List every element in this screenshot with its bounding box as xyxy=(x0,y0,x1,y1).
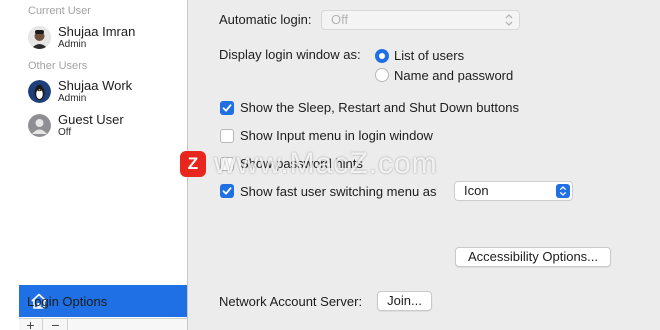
automatic-login-label: Automatic login: xyxy=(219,12,312,27)
checkbox-sleep-restart[interactable] xyxy=(220,101,234,115)
user-role: Admin xyxy=(58,38,87,50)
watermark: Z www.MacZ.com xyxy=(180,147,438,181)
checkmark-icon xyxy=(222,187,232,195)
avatar xyxy=(28,79,51,103)
login-options-item[interactable]: Login Options xyxy=(19,285,187,317)
checkbox-sleep-restart-label: Show the Sleep, Restart and Shut Down bu… xyxy=(240,100,519,115)
add-user-button[interactable]: + xyxy=(19,318,43,330)
fast-user-switching-popup[interactable]: Icon xyxy=(454,181,573,201)
join-button[interactable]: Join... xyxy=(377,291,432,311)
popup-arrows-icon xyxy=(505,14,513,26)
users-sidebar: Current User Shujaa Imran Admin Other Us… xyxy=(0,0,188,330)
radio-list-of-users[interactable] xyxy=(375,49,389,63)
radio-name-and-password[interactable] xyxy=(375,68,389,82)
accessibility-options-button[interactable]: Accessibility Options... xyxy=(455,247,611,267)
login-options-label: Login Options xyxy=(27,293,108,309)
watermark-logo: Z xyxy=(180,151,206,177)
other-users-header: Other Users xyxy=(28,60,88,72)
remove-user-button[interactable]: − xyxy=(44,318,68,330)
user-role: Admin xyxy=(58,92,87,104)
popup-stepper-icon xyxy=(556,184,570,198)
user-name: Guest User xyxy=(58,111,124,127)
checkbox-input-menu[interactable] xyxy=(220,129,234,143)
fast-user-switching-value: Icon xyxy=(464,183,489,198)
network-account-server-label: Network Account Server: xyxy=(219,294,363,309)
avatar xyxy=(28,25,51,49)
display-login-label: Display login window as: xyxy=(219,47,361,62)
current-user-header: Current User xyxy=(28,5,91,17)
user-role: Off xyxy=(58,126,72,138)
user-item-shujaa-imran[interactable]: Shujaa Imran Admin xyxy=(28,20,184,54)
user-name: Shujaa Work xyxy=(58,77,133,93)
radio-name-and-password-label: Name and password xyxy=(394,68,514,83)
sidebar-bottom-bar: + − xyxy=(19,318,187,330)
user-item-shujaa-work[interactable]: Shujaa Work Admin xyxy=(28,74,184,108)
automatic-login-value: Off xyxy=(331,12,349,27)
user-item-guest-user[interactable]: Guest User Off xyxy=(28,108,184,142)
checkbox-fast-user-switching[interactable] xyxy=(220,184,234,198)
watermark-text: www.MacZ.com xyxy=(214,147,438,180)
checkbox-input-menu-label: Show Input menu in login window xyxy=(240,128,433,143)
checkmark-icon xyxy=(222,104,232,112)
radio-list-of-users-label: List of users xyxy=(394,48,465,63)
user-name: Shujaa Imran xyxy=(58,23,136,39)
checkbox-fast-user-switching-label: Show fast user switching menu as xyxy=(240,184,437,199)
automatic-login-popup[interactable]: Off xyxy=(321,10,520,30)
guest-avatar xyxy=(28,113,51,137)
